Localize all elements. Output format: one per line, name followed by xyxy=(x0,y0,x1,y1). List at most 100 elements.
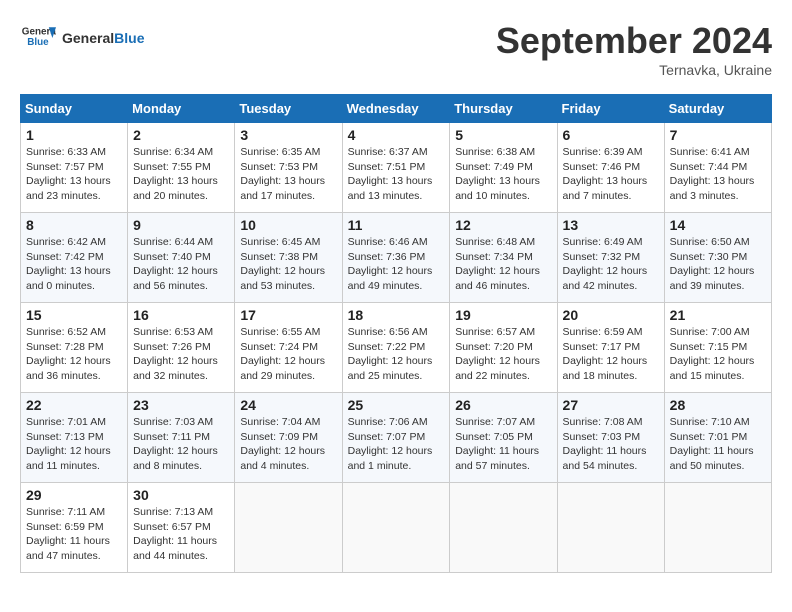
day-number: 7 xyxy=(670,127,766,143)
day-info: Sunrise: 7:01 AMSunset: 7:13 PMDaylight:… xyxy=(26,415,122,474)
day-info: Sunrise: 6:57 AMSunset: 7:20 PMDaylight:… xyxy=(455,325,551,384)
calendar-day-cell: 23 Sunrise: 7:03 AMSunset: 7:11 PMDaylig… xyxy=(128,393,235,483)
calendar-day-cell: 19 Sunrise: 6:57 AMSunset: 7:20 PMDaylig… xyxy=(450,303,557,393)
day-of-week-header: Friday xyxy=(557,95,664,123)
day-of-week-header: Wednesday xyxy=(342,95,450,123)
day-info: Sunrise: 7:04 AMSunset: 7:09 PMDaylight:… xyxy=(240,415,336,474)
calendar-day-cell xyxy=(664,483,771,573)
calendar-day-cell: 17 Sunrise: 6:55 AMSunset: 7:24 PMDaylig… xyxy=(235,303,342,393)
calendar-day-cell: 30 Sunrise: 7:13 AMSunset: 6:57 PMDaylig… xyxy=(128,483,235,573)
calendar-day-cell: 4 Sunrise: 6:37 AMSunset: 7:51 PMDayligh… xyxy=(342,123,450,213)
calendar-day-cell xyxy=(342,483,450,573)
calendar-week-row: 22 Sunrise: 7:01 AMSunset: 7:13 PMDaylig… xyxy=(21,393,772,483)
day-info: Sunrise: 6:42 AMSunset: 7:42 PMDaylight:… xyxy=(26,235,122,294)
day-info: Sunrise: 7:03 AMSunset: 7:11 PMDaylight:… xyxy=(133,415,229,474)
day-number: 3 xyxy=(240,127,336,143)
calendar-week-row: 1 Sunrise: 6:33 AMSunset: 7:57 PMDayligh… xyxy=(21,123,772,213)
day-info: Sunrise: 6:39 AMSunset: 7:46 PMDaylight:… xyxy=(563,145,659,204)
day-of-week-header: Monday xyxy=(128,95,235,123)
day-number: 9 xyxy=(133,217,229,233)
calendar-week-row: 8 Sunrise: 6:42 AMSunset: 7:42 PMDayligh… xyxy=(21,213,772,303)
calendar-day-cell: 29 Sunrise: 7:11 AMSunset: 6:59 PMDaylig… xyxy=(21,483,128,573)
day-number: 13 xyxy=(563,217,659,233)
calendar-header-row: SundayMondayTuesdayWednesdayThursdayFrid… xyxy=(21,95,772,123)
calendar-day-cell: 6 Sunrise: 6:39 AMSunset: 7:46 PMDayligh… xyxy=(557,123,664,213)
day-number: 2 xyxy=(133,127,229,143)
day-number: 18 xyxy=(348,307,445,323)
day-info: Sunrise: 6:50 AMSunset: 7:30 PMDaylight:… xyxy=(670,235,766,294)
day-info: Sunrise: 7:00 AMSunset: 7:15 PMDaylight:… xyxy=(670,325,766,384)
day-number: 20 xyxy=(563,307,659,323)
day-info: Sunrise: 7:10 AMSunset: 7:01 PMDaylight:… xyxy=(670,415,766,474)
calendar-day-cell: 21 Sunrise: 7:00 AMSunset: 7:15 PMDaylig… xyxy=(664,303,771,393)
day-info: Sunrise: 6:56 AMSunset: 7:22 PMDaylight:… xyxy=(348,325,445,384)
calendar-day-cell: 7 Sunrise: 6:41 AMSunset: 7:44 PMDayligh… xyxy=(664,123,771,213)
day-info: Sunrise: 7:11 AMSunset: 6:59 PMDaylight:… xyxy=(26,505,122,564)
day-info: Sunrise: 6:41 AMSunset: 7:44 PMDaylight:… xyxy=(670,145,766,204)
calendar-week-row: 29 Sunrise: 7:11 AMSunset: 6:59 PMDaylig… xyxy=(21,483,772,573)
day-number: 19 xyxy=(455,307,551,323)
calendar-day-cell: 12 Sunrise: 6:48 AMSunset: 7:34 PMDaylig… xyxy=(450,213,557,303)
day-number: 29 xyxy=(26,487,122,503)
day-info: Sunrise: 6:34 AMSunset: 7:55 PMDaylight:… xyxy=(133,145,229,204)
day-info: Sunrise: 6:37 AMSunset: 7:51 PMDaylight:… xyxy=(348,145,445,204)
day-number: 27 xyxy=(563,397,659,413)
day-info: Sunrise: 6:38 AMSunset: 7:49 PMDaylight:… xyxy=(455,145,551,204)
day-info: Sunrise: 7:07 AMSunset: 7:05 PMDaylight:… xyxy=(455,415,551,474)
day-info: Sunrise: 6:53 AMSunset: 7:26 PMDaylight:… xyxy=(133,325,229,384)
month-title: September 2024 xyxy=(496,20,772,62)
day-of-week-header: Sunday xyxy=(21,95,128,123)
calendar-day-cell: 20 Sunrise: 6:59 AMSunset: 7:17 PMDaylig… xyxy=(557,303,664,393)
logo-icon: General Blue xyxy=(20,20,56,56)
day-number: 28 xyxy=(670,397,766,413)
calendar-day-cell: 1 Sunrise: 6:33 AMSunset: 7:57 PMDayligh… xyxy=(21,123,128,213)
day-number: 11 xyxy=(348,217,445,233)
day-info: Sunrise: 6:52 AMSunset: 7:28 PMDaylight:… xyxy=(26,325,122,384)
day-info: Sunrise: 6:45 AMSunset: 7:38 PMDaylight:… xyxy=(240,235,336,294)
page-header: General Blue GeneralBlue September 2024 … xyxy=(20,20,772,78)
day-info: Sunrise: 7:06 AMSunset: 7:07 PMDaylight:… xyxy=(348,415,445,474)
day-number: 25 xyxy=(348,397,445,413)
day-info: Sunrise: 6:49 AMSunset: 7:32 PMDaylight:… xyxy=(563,235,659,294)
day-info: Sunrise: 6:48 AMSunset: 7:34 PMDaylight:… xyxy=(455,235,551,294)
calendar-day-cell: 3 Sunrise: 6:35 AMSunset: 7:53 PMDayligh… xyxy=(235,123,342,213)
title-block: September 2024 Ternavka, Ukraine xyxy=(496,20,772,78)
day-number: 23 xyxy=(133,397,229,413)
day-number: 4 xyxy=(348,127,445,143)
calendar-day-cell: 24 Sunrise: 7:04 AMSunset: 7:09 PMDaylig… xyxy=(235,393,342,483)
calendar-day-cell: 26 Sunrise: 7:07 AMSunset: 7:05 PMDaylig… xyxy=(450,393,557,483)
logo: General Blue GeneralBlue xyxy=(20,20,144,56)
calendar-day-cell: 10 Sunrise: 6:45 AMSunset: 7:38 PMDaylig… xyxy=(235,213,342,303)
calendar-day-cell xyxy=(557,483,664,573)
svg-text:Blue: Blue xyxy=(27,37,49,48)
day-info: Sunrise: 6:55 AMSunset: 7:24 PMDaylight:… xyxy=(240,325,336,384)
day-number: 15 xyxy=(26,307,122,323)
day-number: 21 xyxy=(670,307,766,323)
day-number: 26 xyxy=(455,397,551,413)
day-number: 12 xyxy=(455,217,551,233)
calendar-day-cell: 18 Sunrise: 6:56 AMSunset: 7:22 PMDaylig… xyxy=(342,303,450,393)
day-number: 17 xyxy=(240,307,336,323)
day-info: Sunrise: 6:44 AMSunset: 7:40 PMDaylight:… xyxy=(133,235,229,294)
calendar-day-cell: 15 Sunrise: 6:52 AMSunset: 7:28 PMDaylig… xyxy=(21,303,128,393)
day-number: 24 xyxy=(240,397,336,413)
calendar-day-cell xyxy=(235,483,342,573)
day-number: 5 xyxy=(455,127,551,143)
day-number: 16 xyxy=(133,307,229,323)
calendar-day-cell: 8 Sunrise: 6:42 AMSunset: 7:42 PMDayligh… xyxy=(21,213,128,303)
day-number: 22 xyxy=(26,397,122,413)
calendar-day-cell: 2 Sunrise: 6:34 AMSunset: 7:55 PMDayligh… xyxy=(128,123,235,213)
day-of-week-header: Tuesday xyxy=(235,95,342,123)
day-info: Sunrise: 6:35 AMSunset: 7:53 PMDaylight:… xyxy=(240,145,336,204)
calendar-body: 1 Sunrise: 6:33 AMSunset: 7:57 PMDayligh… xyxy=(21,123,772,573)
calendar-week-row: 15 Sunrise: 6:52 AMSunset: 7:28 PMDaylig… xyxy=(21,303,772,393)
day-info: Sunrise: 7:08 AMSunset: 7:03 PMDaylight:… xyxy=(563,415,659,474)
day-number: 30 xyxy=(133,487,229,503)
calendar-day-cell: 5 Sunrise: 6:38 AMSunset: 7:49 PMDayligh… xyxy=(450,123,557,213)
day-number: 8 xyxy=(26,217,122,233)
day-info: Sunrise: 6:33 AMSunset: 7:57 PMDaylight:… xyxy=(26,145,122,204)
logo-general-text: GeneralBlue xyxy=(62,30,144,46)
day-info: Sunrise: 6:46 AMSunset: 7:36 PMDaylight:… xyxy=(348,235,445,294)
location: Ternavka, Ukraine xyxy=(496,62,772,78)
calendar-day-cell: 13 Sunrise: 6:49 AMSunset: 7:32 PMDaylig… xyxy=(557,213,664,303)
